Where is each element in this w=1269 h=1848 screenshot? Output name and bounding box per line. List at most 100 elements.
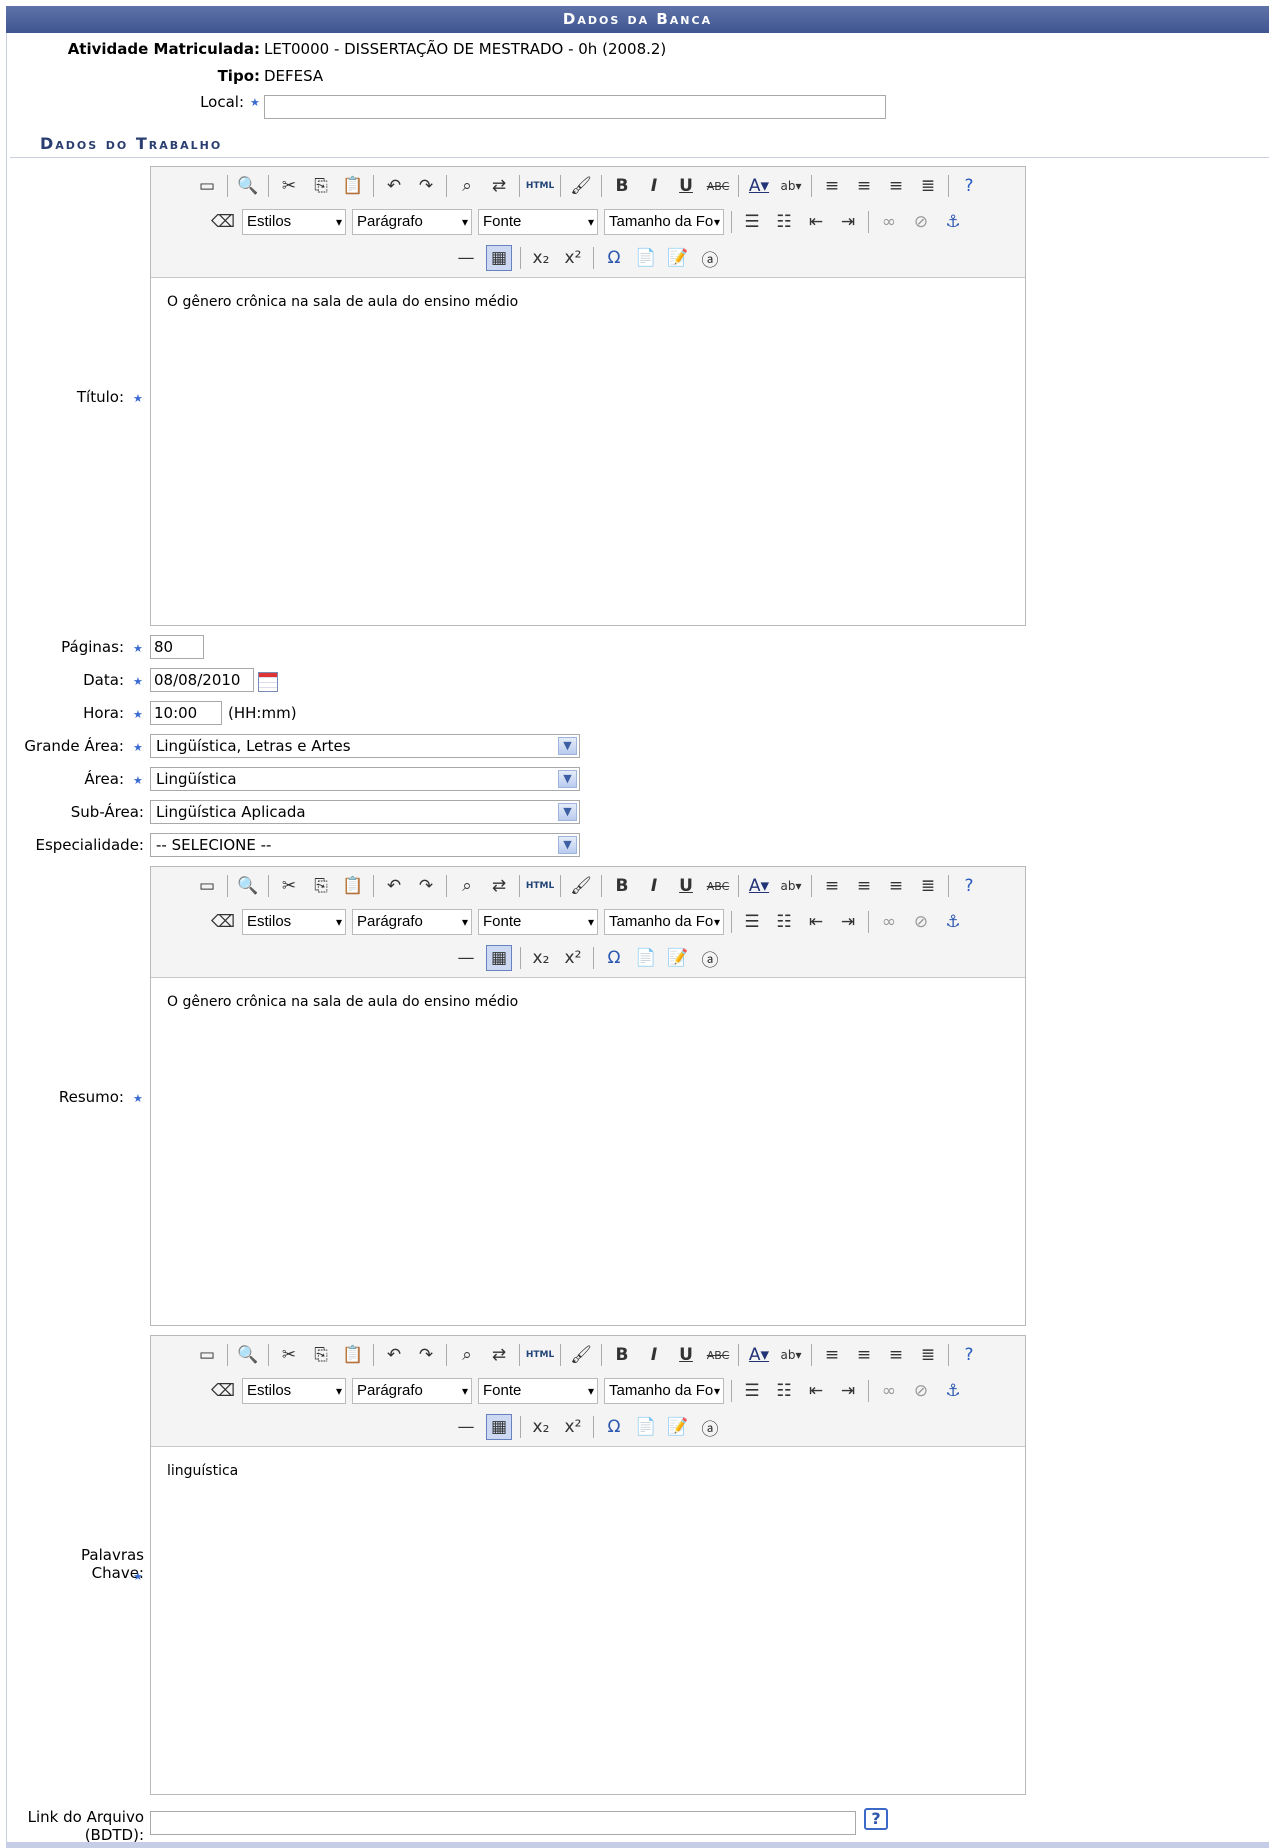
copy-icon[interactable]: ⎘ [309, 874, 333, 898]
horizontal-rule-icon[interactable]: — [454, 1415, 478, 1439]
preview-icon[interactable]: 🔍 [236, 874, 260, 898]
size-select[interactable]: Tamanho da Fo [604, 909, 724, 935]
align-right-icon[interactable]: ≡ [884, 1343, 908, 1367]
anchor-icon[interactable]: ⚓ [941, 210, 965, 234]
local-input[interactable] [264, 95, 886, 119]
anchor-icon[interactable]: ⚓ [941, 910, 965, 934]
link-icon[interactable]: ∞ [877, 910, 901, 934]
bold-icon[interactable]: B [610, 874, 634, 898]
cut-icon[interactable]: ✂ [277, 1343, 301, 1367]
underline-icon[interactable]: U [674, 1343, 698, 1367]
special-char-icon[interactable]: Ω [602, 1415, 626, 1439]
horizontal-rule-icon[interactable]: — [454, 946, 478, 970]
source-icon[interactable]: ▭ [195, 1343, 219, 1367]
paste-word-icon[interactable]: 📝 [666, 1415, 690, 1439]
italic-icon[interactable]: I [642, 1343, 666, 1367]
bold-icon[interactable]: B [610, 174, 634, 198]
font-select[interactable]: Fonte [478, 1378, 598, 1404]
highlight-icon[interactable]: ab▾ [779, 174, 803, 198]
undo-icon[interactable]: ↶ [382, 1343, 406, 1367]
grande-area-select[interactable]: Lingüística, Letras e Artes ▼ [150, 734, 580, 758]
outdent-icon[interactable]: ⇤ [804, 1379, 828, 1403]
subscript-icon[interactable]: x₂ [529, 1415, 553, 1439]
resumo-content[interactable]: O gênero crônica na sala de aula do ensi… [151, 978, 1025, 1325]
anchor-icon[interactable]: ⚓ [941, 1379, 965, 1403]
table-icon[interactable]: ▦ [486, 945, 512, 971]
palavras-chave-content[interactable]: linguística [151, 1447, 1025, 1794]
paste-text-icon[interactable]: 📄 [634, 946, 658, 970]
undo-icon[interactable]: ↶ [382, 874, 406, 898]
numbered-list-icon[interactable]: ☷ [772, 210, 796, 234]
superscript-icon[interactable]: x² [561, 1415, 585, 1439]
eraser-icon[interactable]: ⌫ [211, 1379, 235, 1403]
html-icon[interactable]: HTML [526, 874, 554, 898]
preview-icon[interactable]: 🔍 [236, 1343, 260, 1367]
replace-icon[interactable]: ⇄ [487, 874, 511, 898]
superscript-icon[interactable]: x² [561, 246, 585, 270]
strikethrough-icon[interactable]: ABC [706, 174, 730, 198]
bold-icon[interactable]: B [610, 1343, 634, 1367]
numbered-list-icon[interactable]: ☷ [772, 1379, 796, 1403]
size-select[interactable]: Tamanho da Fo [604, 209, 724, 235]
outdent-icon[interactable]: ⇤ [804, 910, 828, 934]
cut-icon[interactable]: ✂ [277, 174, 301, 198]
superscript-icon[interactable]: x² [561, 946, 585, 970]
justify-icon[interactable]: ≣ [916, 1343, 940, 1367]
link-arquivo-input[interactable] [150, 1811, 856, 1835]
paste-word-icon[interactable]: 📝 [666, 946, 690, 970]
indent-icon[interactable]: ⇥ [836, 1379, 860, 1403]
undo-icon[interactable]: ↶ [382, 174, 406, 198]
help-icon[interactable]: ? [957, 874, 981, 898]
paste-word-icon[interactable]: 📝 [666, 246, 690, 270]
underline-icon[interactable]: U [674, 874, 698, 898]
italic-icon[interactable]: I [642, 174, 666, 198]
size-select[interactable]: Tamanho da Fo [604, 1378, 724, 1404]
clean-icon[interactable]: 🖌 [569, 874, 593, 898]
help-icon[interactable]: ? [957, 174, 981, 198]
sub-area-select[interactable]: Lingüística Aplicada ▼ [150, 800, 580, 824]
select-all-icon[interactable]: ⓐ [698, 946, 722, 971]
copy-icon[interactable]: ⎘ [309, 174, 333, 198]
horizontal-rule-icon[interactable]: — [454, 246, 478, 270]
strikethrough-icon[interactable]: ABC [706, 1343, 730, 1367]
paste-text-icon[interactable]: 📄 [634, 1415, 658, 1439]
redo-icon[interactable]: ↷ [414, 874, 438, 898]
select-all-icon[interactable]: ⓐ [698, 246, 722, 271]
copy-icon[interactable]: ⎘ [309, 1343, 333, 1367]
align-right-icon[interactable]: ≡ [884, 874, 908, 898]
paragraph-select[interactable]: Parágrafo [352, 1378, 472, 1404]
especialidade-select[interactable]: -- SELECIONE -- ▼ [150, 833, 580, 857]
replace-icon[interactable]: ⇄ [487, 174, 511, 198]
bullet-list-icon[interactable]: ☰ [740, 1379, 764, 1403]
styles-select[interactable]: Estilos [242, 909, 346, 935]
calendar-icon[interactable] [258, 672, 278, 692]
font-select[interactable]: Fonte [478, 909, 598, 935]
table-icon[interactable]: ▦ [486, 1414, 512, 1440]
underline-icon[interactable]: U [674, 174, 698, 198]
preview-icon[interactable]: 🔍 [236, 174, 260, 198]
help-icon[interactable]: ? [957, 1343, 981, 1367]
special-char-icon[interactable]: Ω [602, 246, 626, 270]
clean-icon[interactable]: 🖌 [569, 174, 593, 198]
font-color-icon[interactable]: A▾ [747, 874, 771, 898]
paginas-input[interactable]: 80 [150, 635, 204, 659]
cut-icon[interactable]: ✂ [277, 874, 301, 898]
source-icon[interactable]: ▭ [195, 174, 219, 198]
paragraph-select[interactable]: Parágrafo [352, 209, 472, 235]
justify-icon[interactable]: ≣ [916, 174, 940, 198]
special-char-icon[interactable]: Ω [602, 946, 626, 970]
unlink-icon[interactable]: ⊘ [909, 1379, 933, 1403]
justify-icon[interactable]: ≣ [916, 874, 940, 898]
clean-icon[interactable]: 🖌 [569, 1343, 593, 1367]
styles-select[interactable]: Estilos [242, 209, 346, 235]
bullet-list-icon[interactable]: ☰ [740, 910, 764, 934]
align-center-icon[interactable]: ≡ [852, 1343, 876, 1367]
align-left-icon[interactable]: ≡ [820, 1343, 844, 1367]
help-icon[interactable]: ? [864, 1808, 888, 1830]
html-icon[interactable]: HTML [526, 174, 554, 198]
paste-icon[interactable]: 📋 [341, 874, 365, 898]
font-select[interactable]: Fonte [478, 209, 598, 235]
paragraph-select[interactable]: Parágrafo [352, 909, 472, 935]
align-center-icon[interactable]: ≡ [852, 874, 876, 898]
highlight-icon[interactable]: ab▾ [779, 874, 803, 898]
